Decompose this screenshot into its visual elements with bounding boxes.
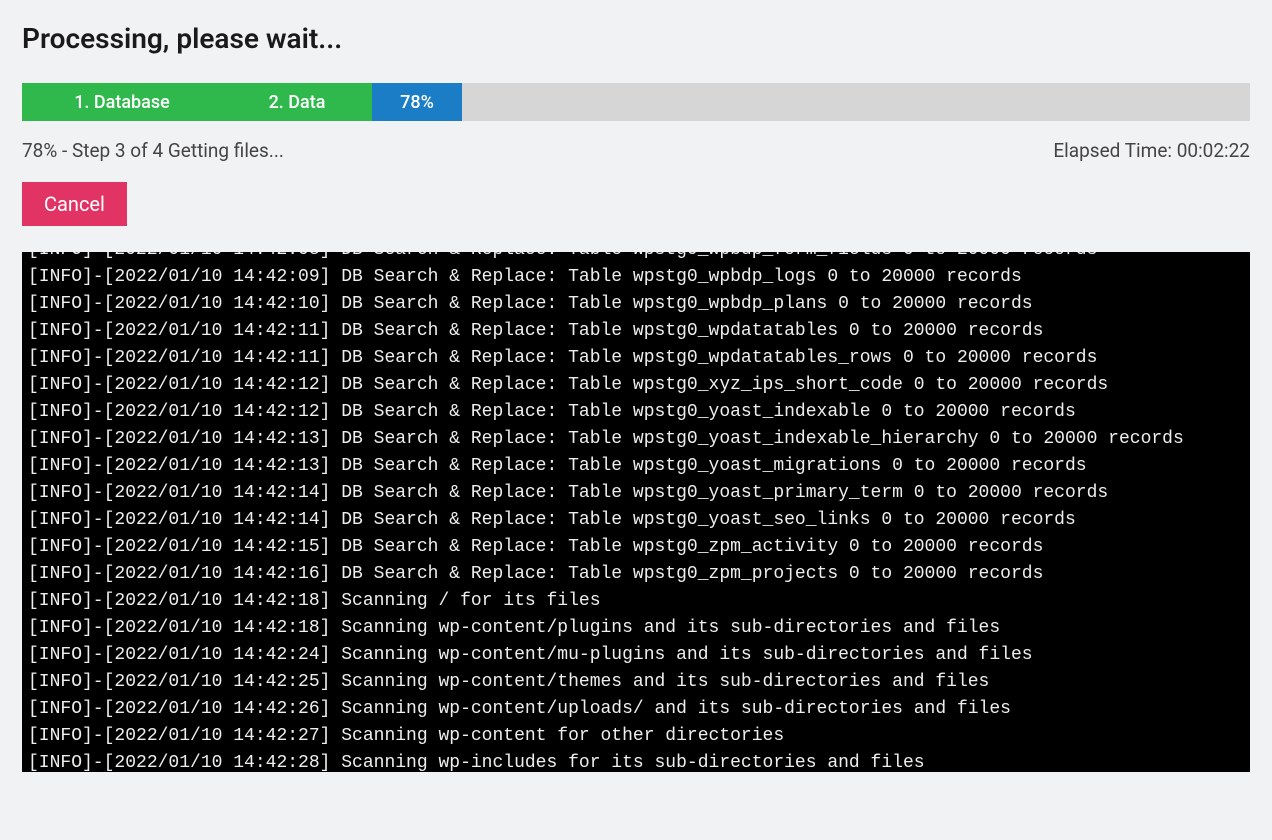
progress-step-database: 1. Database bbox=[22, 83, 222, 121]
status-row: 78% - Step 3 of 4 Getting files... Elaps… bbox=[22, 139, 1250, 162]
log-output-wrapper[interactable]: [INFO]-[2022/01/10 14:42:08] DB Search &… bbox=[22, 252, 1250, 792]
cancel-button[interactable]: Cancel bbox=[22, 182, 127, 226]
log-output[interactable]: [INFO]-[2022/01/10 14:42:08] DB Search &… bbox=[22, 252, 1250, 772]
status-text: 78% - Step 3 of 4 Getting files... bbox=[22, 139, 284, 162]
page-title: Processing, please wait... bbox=[22, 22, 1250, 55]
progress-step-data: 2. Data bbox=[222, 83, 372, 121]
progress-bar: 1. Database 2. Data 78% bbox=[22, 83, 1250, 121]
elapsed-time: Elapsed Time: 00:02:22 bbox=[1053, 139, 1250, 162]
progress-percent: 78% bbox=[372, 83, 462, 121]
